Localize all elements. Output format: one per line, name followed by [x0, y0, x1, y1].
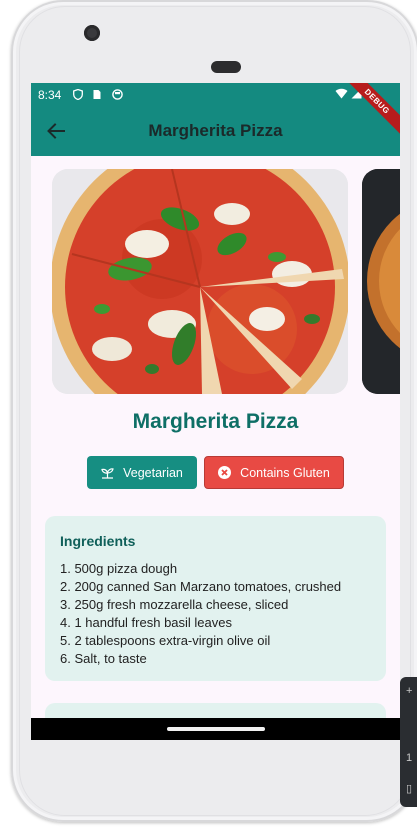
recipe-title: Margherita Pizza — [132, 410, 299, 433]
list-item: 6. Salt, to taste — [60, 651, 147, 666]
ingredients-list: 1. 500g pizza dough 2. 200g canned San M… — [60, 560, 341, 668]
front-camera — [84, 25, 100, 41]
list-item: 5. 2 tablespoons extra-virgin olive oil — [60, 633, 271, 648]
ingredients-heading: Ingredients — [60, 533, 136, 549]
cancel-circle-icon — [218, 466, 232, 479]
plus-icon[interactable]: + — [406, 685, 412, 697]
page-title: Margherita Pizza — [148, 121, 283, 140]
next-dish-photo — [362, 169, 400, 394]
tag-vegetarian-label: Vegetarian — [123, 465, 183, 480]
circle-face-icon — [112, 89, 123, 100]
tag-contains-gluten[interactable]: Contains Gluten — [204, 456, 344, 489]
toolbar-glyph: ▯ — [406, 783, 413, 795]
tag-contains-gluten-label: Contains Gluten — [240, 465, 330, 480]
app-bar: Margherita Pizza — [31, 107, 400, 156]
toolbar-glyph: 1 — [406, 752, 413, 764]
list-item: 2. 200g canned San Marzano tomatoes, cru… — [60, 579, 342, 594]
carousel-image-pizza[interactable] — [52, 169, 348, 394]
carousel-image-next[interactable] — [362, 169, 400, 394]
ingredients-card: Ingredients 1. 500g pizza dough 2. 200g … — [45, 516, 386, 681]
list-item: 4. 1 handful fresh basil leaves — [60, 615, 232, 630]
home-gesture-handle[interactable] — [167, 727, 265, 731]
pizza-photo — [52, 169, 348, 394]
wifi-icon — [335, 88, 348, 99]
status-time: 8:34 — [38, 88, 62, 102]
tag-vegetarian[interactable]: Vegetarian — [87, 456, 197, 489]
status-bar: 8:34 — [31, 83, 400, 107]
earpiece-speaker — [211, 61, 241, 73]
list-item: 3. 250g fresh mozzarella cheese, sliced — [60, 597, 289, 612]
system-navigation-bar — [31, 718, 400, 740]
app-screen: 8:34 Margherita Pizza DEBUG Margherita P… — [31, 83, 400, 740]
shield-icon — [73, 89, 83, 100]
sprout-icon — [101, 467, 114, 479]
emulator-side-toolbar[interactable]: + 1 ▯ — [400, 677, 417, 807]
list-item: 1. 500g pizza dough — [60, 561, 178, 576]
sim-card-icon — [93, 90, 101, 99]
